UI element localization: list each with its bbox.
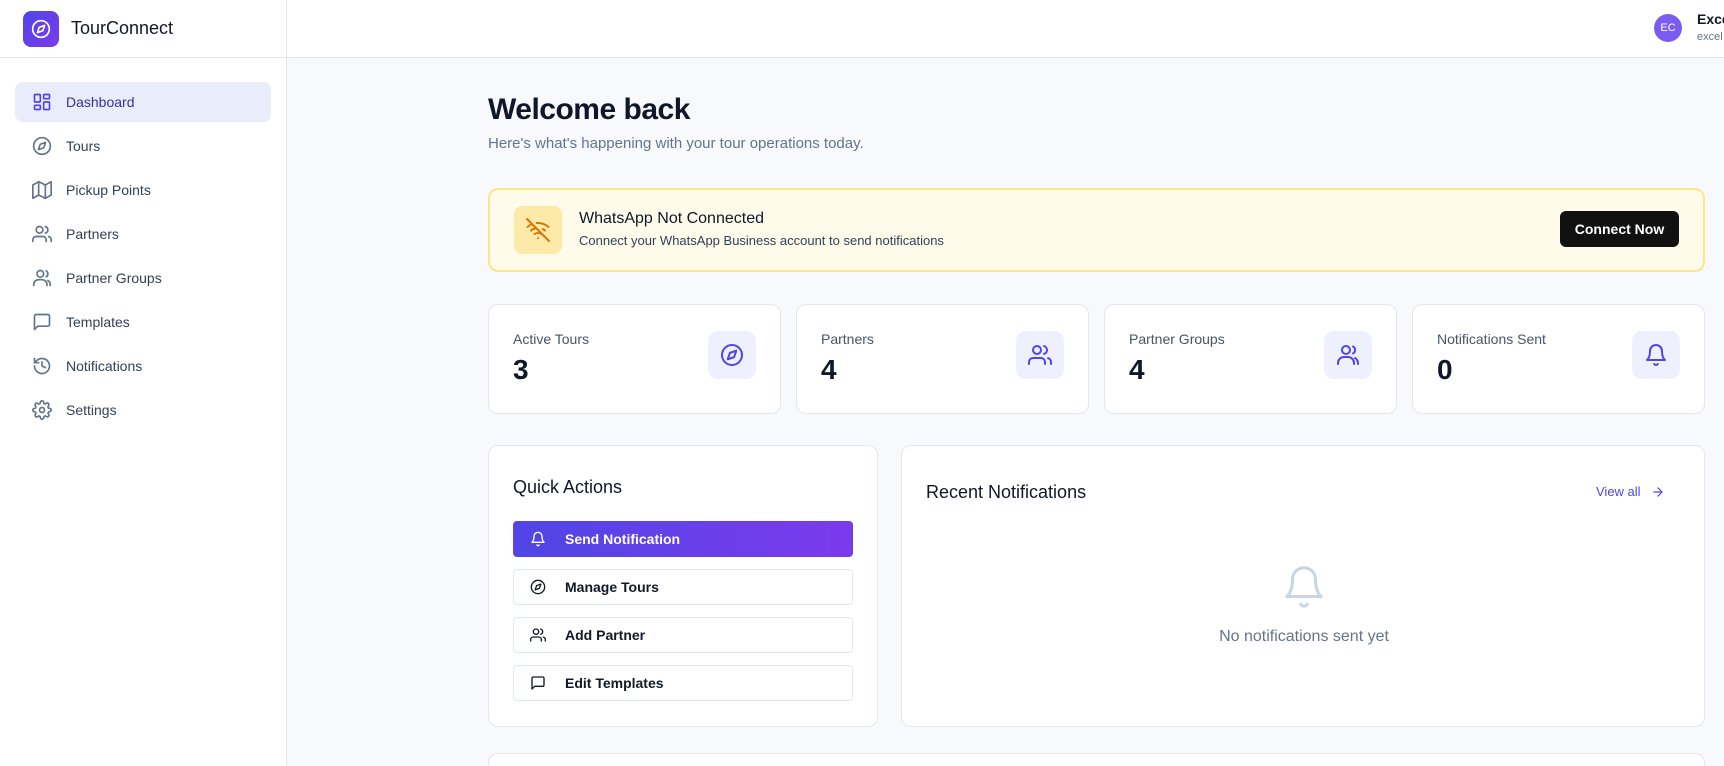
sidebar-item-label: Notifications (66, 358, 143, 374)
sidebar-item-label: Pickup Points (66, 182, 151, 198)
stat-card-active-tours: Active Tours 3 (488, 304, 781, 414)
add-partner-button[interactable]: Add Partner (513, 617, 853, 653)
button-label: Add Partner (565, 627, 646, 643)
stat-label: Notifications Sent (1437, 331, 1546, 347)
connect-now-button[interactable]: Connect Now (1560, 211, 1679, 247)
sidebar-item-label: Partner Groups (66, 270, 162, 286)
stat-value: 4 (1129, 354, 1145, 385)
compass-icon (32, 136, 52, 156)
user-name[interactable]: Exce (1697, 11, 1724, 27)
history-icon (32, 356, 52, 376)
stat-label: Partners (821, 331, 874, 347)
sidebar-item-notifications[interactable]: Notifications (15, 346, 271, 386)
sidebar-nav: Dashboard Tours Pickup Points Partners P… (0, 58, 286, 430)
stat-label: Partner Groups (1129, 331, 1225, 347)
compass-icon (708, 331, 756, 379)
user-group-icon (32, 268, 52, 288)
sidebar-item-label: Templates (66, 314, 130, 330)
stat-value: 4 (821, 354, 837, 385)
topbar: EC Exce excel (287, 0, 1724, 58)
stat-label: Active Tours (513, 331, 589, 347)
edit-templates-button[interactable]: Edit Templates (513, 665, 853, 701)
stat-card-notifications-sent: Notifications Sent 0 (1412, 304, 1705, 414)
quick-actions-title: Quick Actions (513, 477, 623, 497)
stats-row: Active Tours 3 Partners 4 Partner Groups… (488, 304, 1705, 414)
empty-state-text: No notifications sent yet (1219, 628, 1389, 645)
bell-icon (530, 531, 546, 547)
sidebar-item-label: Settings (66, 402, 117, 418)
sidebar-item-partners[interactable]: Partners (15, 214, 271, 254)
manage-tours-button[interactable]: Manage Tours (513, 569, 853, 605)
gear-icon (32, 400, 52, 420)
sidebar: TourConnect Dashboard Tours Pickup Point… (0, 0, 287, 766)
sidebar-item-partner-groups[interactable]: Partner Groups (15, 258, 271, 298)
sidebar-item-settings[interactable]: Settings (15, 390, 271, 430)
brand[interactable]: TourConnect (0, 0, 286, 58)
recent-notifications-title: Recent Notifications (926, 482, 1087, 502)
sidebar-item-label: Tours (66, 138, 101, 154)
user-group-icon (1324, 331, 1372, 379)
quick-actions-card: Quick Actions Send Notification Manage T… (488, 445, 878, 727)
sidebar-item-tours[interactable]: Tours (15, 126, 271, 166)
whatsapp-banner: WhatsApp Not Connected Connect your What… (488, 188, 1705, 272)
message-square-icon (32, 312, 52, 332)
message-square-icon (530, 675, 546, 691)
compass-icon (530, 579, 546, 595)
stat-value: 0 (1437, 354, 1453, 385)
banner-title: WhatsApp Not Connected (579, 210, 764, 227)
wifi-off-icon (514, 206, 562, 254)
compass-icon (23, 10, 59, 47)
users-icon (1016, 331, 1064, 379)
map-icon (32, 180, 52, 200)
users-icon (530, 627, 546, 643)
sidebar-item-label: Partners (66, 226, 119, 242)
bell-icon (1632, 331, 1680, 379)
content-card (488, 753, 1705, 766)
sidebar-item-pickup-points[interactable]: Pickup Points (15, 170, 271, 210)
page-subtitle: Here's what's happening with your tour o… (488, 135, 864, 152)
button-label: Edit Templates (565, 675, 664, 691)
stat-value: 3 (513, 354, 529, 385)
stat-card-partner-groups: Partner Groups 4 (1104, 304, 1397, 414)
arrow-right-icon (1651, 485, 1665, 499)
recent-notifications-card: Recent Notifications View all No notific… (901, 445, 1705, 727)
sidebar-item-dashboard[interactable]: Dashboard (15, 82, 271, 122)
dashboard-icon (32, 92, 52, 112)
banner-text: Connect your WhatsApp Business account t… (579, 233, 944, 248)
user-email: excel (1697, 31, 1723, 43)
button-label: Send Notification (565, 531, 681, 547)
page-title: Welcome back (488, 93, 690, 126)
app-name: TourConnect (71, 18, 174, 38)
sidebar-item-templates[interactable]: Templates (15, 302, 271, 342)
view-all-label: View all (1596, 484, 1641, 499)
sidebar-item-label: Dashboard (66, 94, 135, 110)
avatar[interactable]: EC (1654, 14, 1682, 42)
view-all-link[interactable]: View all (1596, 484, 1665, 499)
button-label: Manage Tours (565, 579, 659, 595)
bell-icon (1281, 564, 1327, 610)
send-notification-button[interactable]: Send Notification (513, 521, 853, 557)
stat-card-partners: Partners 4 (796, 304, 1089, 414)
users-icon (32, 224, 52, 244)
